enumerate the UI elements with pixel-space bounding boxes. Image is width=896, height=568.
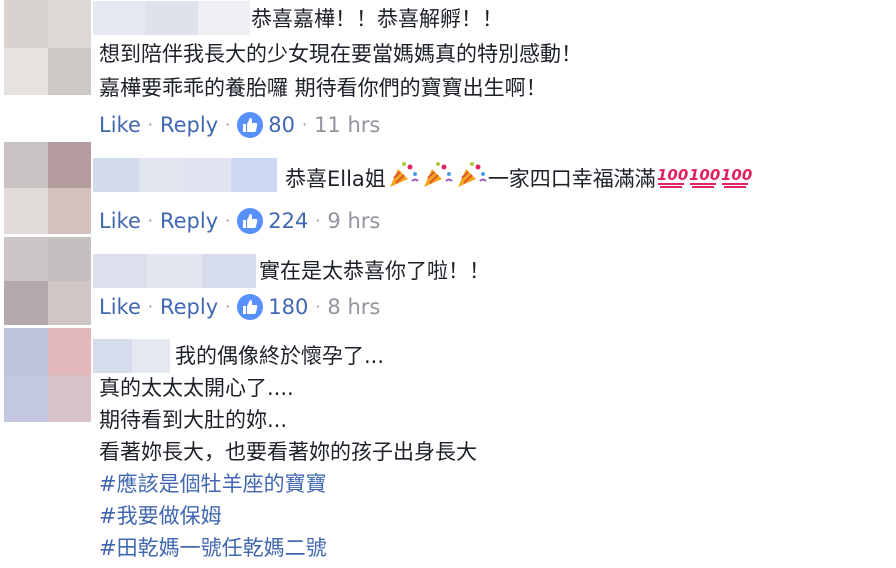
party-popper-icon — [454, 161, 488, 197]
like-link[interactable]: Like — [99, 292, 141, 322]
comment-actions: Like · Reply · 224 · 9 hrs — [99, 206, 380, 236]
hashtag-link[interactable]: #田乾媽一號任乾媽二號 — [99, 533, 327, 563]
commenter-name-blurred[interactable] — [93, 158, 277, 192]
like-count[interactable]: 180 — [268, 292, 308, 322]
separator-dot: · — [147, 297, 153, 316]
comment-text: 實在是太恭喜你了啦！！ — [259, 259, 490, 283]
comment-text: 嘉樺要乖乖的養胎囉 期待看你們的寶寶出生啊！ — [99, 76, 547, 100]
hashtag-link[interactable]: #應該是個牡羊座的寶寶 — [99, 469, 327, 499]
comment-text: 想到陪伴我長大的少女現在要當媽媽真的特別感動！ — [99, 42, 582, 66]
comment-text: 看著妳長大，也要看著妳的孩子出身長大 — [99, 440, 477, 464]
reply-link[interactable]: Reply — [160, 110, 218, 140]
party-popper-icon — [386, 161, 420, 197]
comment-text-segment: 恭喜Ella姐 — [285, 167, 386, 191]
hundred-points-icon: 100 — [720, 163, 752, 197]
separator-dot: · — [315, 297, 321, 316]
separator-dot: · — [225, 297, 231, 316]
svg-text:100: 100 — [657, 166, 688, 184]
comment-text-segment: 一家四口幸福滿滿 — [487, 167, 656, 191]
thumbs-up-icon[interactable] — [237, 208, 264, 234]
separator-dot: · — [315, 211, 321, 230]
hashtag-link[interactable]: #我要做保姆 — [99, 501, 222, 531]
thumbs-up-icon[interactable] — [237, 294, 264, 320]
comment-text: 恭喜嘉樺！！恭喜解孵！！ — [251, 7, 503, 31]
comment-text: 真的太太太開心了.... — [99, 376, 294, 400]
like-link[interactable]: Like — [99, 206, 141, 236]
commenter-name-blurred[interactable] — [93, 1, 250, 35]
hundred-points-icon: 100 — [688, 163, 720, 197]
like-count[interactable]: 224 — [268, 206, 308, 236]
thumbs-up-icon[interactable] — [237, 112, 264, 138]
separator-dot: · — [147, 115, 153, 134]
hundred-points-icon: 100 — [656, 163, 688, 197]
comment-actions: Like · Reply · 180 · 8 hrs — [99, 292, 380, 322]
comment-text: 期待看到大肚的妳... — [99, 408, 288, 432]
comment-text: 我的偶像終於懷孕了... — [175, 344, 385, 368]
svg-text:100: 100 — [721, 166, 752, 184]
separator-dot: · — [225, 211, 231, 230]
separator-dot: · — [301, 115, 308, 134]
like-link[interactable]: Like — [99, 110, 141, 140]
separator-dot: · — [147, 211, 153, 230]
svg-text:100: 100 — [689, 166, 720, 184]
reply-link[interactable]: Reply — [160, 206, 218, 236]
timestamp[interactable]: 11 hrs — [314, 110, 380, 140]
reply-link[interactable]: Reply — [160, 292, 218, 322]
commenter-name-blurred[interactable] — [93, 254, 256, 288]
party-popper-icon — [420, 161, 454, 197]
comment-text: 恭喜Ella姐 一家四口幸福滿滿 100 100 100 — [285, 161, 752, 197]
commenter-name-blurred[interactable] — [93, 339, 170, 373]
avatar[interactable] — [4, 142, 91, 234]
separator-dot: · — [225, 115, 231, 134]
avatar[interactable] — [4, 0, 91, 95]
avatar[interactable] — [4, 328, 91, 422]
timestamp[interactable]: 9 hrs — [327, 206, 380, 236]
comment-actions: Like · Reply · 80 · 11 hrs — [99, 110, 380, 140]
avatar[interactable] — [4, 237, 91, 325]
timestamp[interactable]: 8 hrs — [327, 292, 380, 322]
like-count[interactable]: 80 — [268, 110, 295, 140]
